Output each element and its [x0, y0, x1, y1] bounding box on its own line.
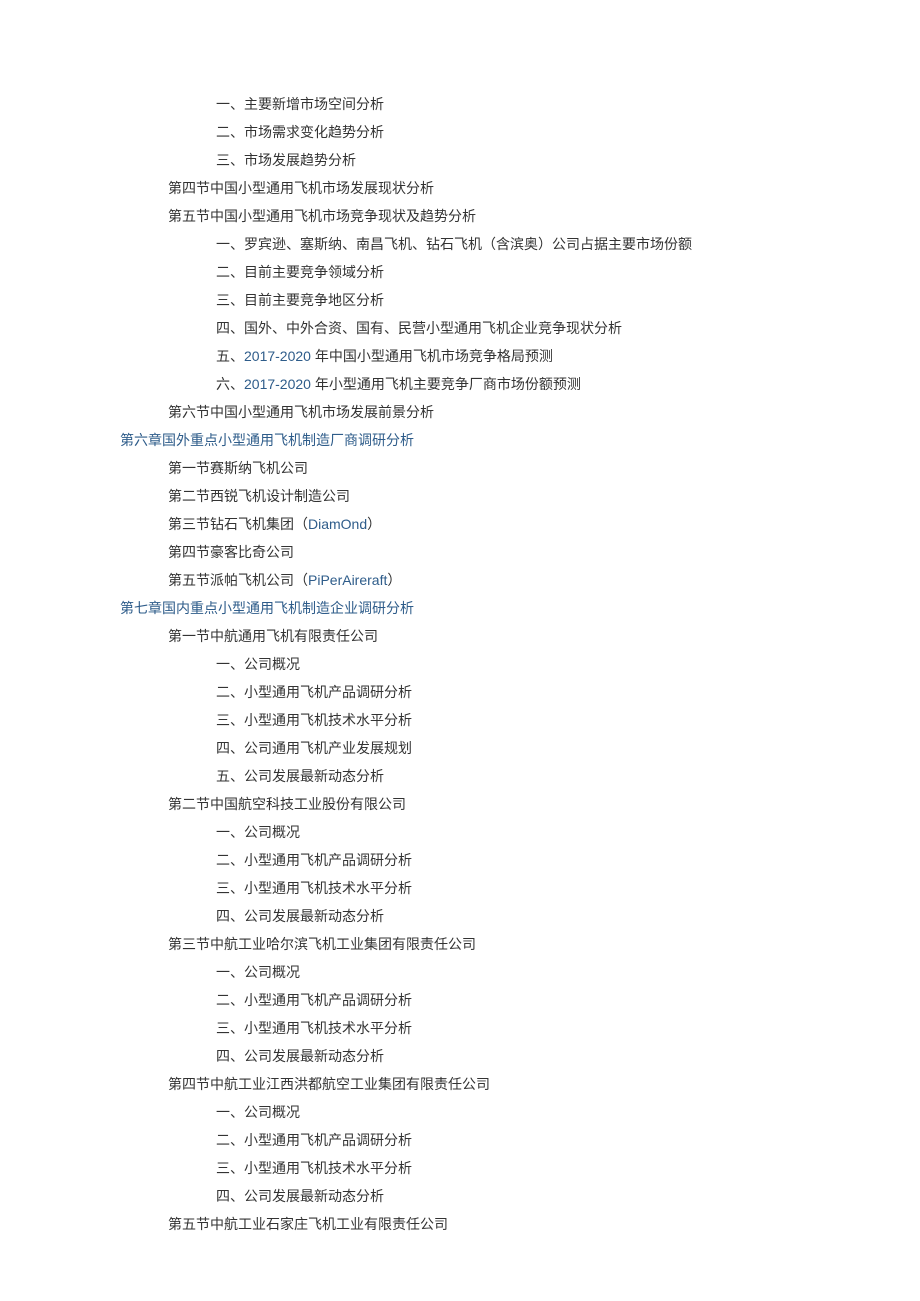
text-fragment: 年中国小型通用飞机市场竞争格局预测: [311, 348, 553, 364]
text-fragment: 四、国外、中外合资、国有、民营小型通用飞机企业竞争现状分析: [216, 320, 622, 336]
text-fragment: 五、: [216, 348, 244, 364]
text-fragment: DiamOnd: [308, 516, 367, 532]
text-fragment: 二、小型通用飞机产品调研分析: [216, 1132, 412, 1148]
outline-line: 第一节赛斯纳飞机公司: [168, 454, 800, 482]
text-fragment: 锐飞机设计制造公司: [224, 488, 350, 504]
outline-line: 第五节中航工业石家庄飞机工业有限责任公司: [168, 1210, 800, 1238]
text-fragment: 第四节中航工业江西洪都航空工业集团有限责任公司: [168, 1076, 490, 1092]
text-fragment: 二、市场需求变化趋势分析: [216, 124, 384, 140]
text-fragment: 二、小型通用飞机产品调研分析: [216, 684, 412, 700]
text-fragment: ）: [367, 516, 381, 532]
outline-line: 第七章国内重点小型通用飞机制造企业调研分析: [120, 594, 800, 622]
outline-line: 三、小型通用飞机技术水平分析: [216, 1154, 800, 1182]
text-fragment: PiPerAireraft: [308, 572, 387, 588]
text-fragment: 第二节中国航空科技工业股份有限公司: [168, 796, 406, 812]
outline-line: 三、小型通用飞机技术水平分析: [216, 1014, 800, 1042]
outline-line: 第一节中航通用飞机有限责任公司: [168, 622, 800, 650]
outline-line: 一、公司概况: [216, 1098, 800, 1126]
outline-line: 第四节中国小型通用飞机市场发展现状分析: [168, 174, 800, 202]
text-fragment: 四、公司发展最新动态分析: [216, 1048, 384, 1064]
text-fragment: 四、公司发展最新动态分析: [216, 908, 384, 924]
text-fragment: 第一节赛斯纳飞机公司: [168, 460, 308, 476]
outline-line: 二、小型通用飞机产品调研分析: [216, 678, 800, 706]
outline-line: 第三节钻石飞机集团（DiamOnd）: [168, 510, 800, 538]
text-fragment: 第六章国外重点小型通用飞机制造厂商调研分析: [120, 432, 414, 448]
text-fragment: 第三节中航工业哈尔滨飞机工业集团有限责任公司: [168, 936, 476, 952]
outline-line: 二、小型通用飞机产品调研分析: [216, 846, 800, 874]
text-fragment: ）: [387, 572, 401, 588]
text-fragment: 第五节中国小型通用飞机市场竞争现状及趋势分析: [168, 208, 476, 224]
text-fragment: 一、公司概况: [216, 824, 300, 840]
text-fragment: 五、公司发展最新动态分析: [216, 768, 384, 784]
text-fragment: 三、小型通用飞机技术水平分析: [216, 880, 412, 896]
outline-line: 一、公司概况: [216, 650, 800, 678]
outline-line: 第二节中国航空科技工业股份有限公司: [168, 790, 800, 818]
outline-line: 一、罗宾逊、塞斯纳、南昌飞机、钻石飞机（含滨奥）公司占据主要市场份额: [216, 230, 800, 258]
text-fragment: 二、小型通用飞机产品调研分析: [216, 992, 412, 1008]
text-fragment: 四、公司通用飞机产业发展规划: [216, 740, 412, 756]
outline-line: 第六章国外重点小型通用飞机制造厂商调研分析: [120, 426, 800, 454]
text-fragment: 2017-2020: [244, 376, 311, 392]
text-fragment: 第七章国内重点小型通用飞机制造企业调研分析: [120, 600, 414, 616]
outline-line: 五、2017-2020 年中国小型通用飞机市场竞争格局预测: [216, 342, 800, 370]
outline-line: 二、市场需求变化趋势分析: [216, 118, 800, 146]
outline-line: 第四节豪客比奇公司: [168, 538, 800, 566]
text-fragment: 2017-2020: [244, 348, 311, 364]
outline-line: 第二节西锐飞机设计制造公司: [168, 482, 800, 510]
outline-line: 一、公司概况: [216, 958, 800, 986]
text-fragment: 一、公司概况: [216, 656, 300, 672]
text-fragment: 一、公司概况: [216, 1104, 300, 1120]
outline-line: 四、公司通用飞机产业发展规划: [216, 734, 800, 762]
text-fragment: 三、目前主要竞争地区分析: [216, 292, 384, 308]
outline-line: 第五节中国小型通用飞机市场竞争现状及趋势分析: [168, 202, 800, 230]
text-fragment: 三、小型通用飞机技术水平分析: [216, 1160, 412, 1176]
text-fragment: 第四节豪客比奇公司: [168, 544, 294, 560]
text-fragment: 一、主要新增市场空间分析: [216, 96, 384, 112]
text-fragment: 第六节中国小型通用飞机市场发展前景分析: [168, 404, 434, 420]
outline-line: 第三节中航工业哈尔滨飞机工业集团有限责任公司: [168, 930, 800, 958]
text-fragment: 二、目前主要竞争领域分析: [216, 264, 384, 280]
text-fragment: 第三节钻石飞机集团（: [168, 516, 308, 532]
outline-line: 二、小型通用飞机产品调研分析: [216, 986, 800, 1014]
text-fragment: 六、: [216, 376, 244, 392]
text-fragment: 三、小型通用飞机技术水平分析: [216, 712, 412, 728]
outline-line: 三、小型通用飞机技术水平分析: [216, 706, 800, 734]
text-fragment: 二、小型通用飞机产品调研分析: [216, 852, 412, 868]
text-fragment: 第一节中航通用飞机有限责任公司: [168, 628, 378, 644]
text-fragment: 西: [210, 488, 224, 504]
text-fragment: 三、小型通用飞机技术水平分析: [216, 1020, 412, 1036]
outline-line: 五、公司发展最新动态分析: [216, 762, 800, 790]
outline-line: 六、2017-2020 年小型通用飞机主要竞争厂商市场份额预测: [216, 370, 800, 398]
text-fragment: 三、市场发展趋势分析: [216, 152, 356, 168]
outline-line: 第四节中航工业江西洪都航空工业集团有限责任公司: [168, 1070, 800, 1098]
outline-line: 二、目前主要竞争领域分析: [216, 258, 800, 286]
text-fragment: 年小型通用飞机主要竞争厂商市场份额预测: [311, 376, 581, 392]
text-fragment: 第四节中国小型通用飞机市场发展现状分析: [168, 180, 434, 196]
document-outline: 一、主要新增市场空间分析二、市场需求变化趋势分析三、市场发展趋势分析第四节中国小…: [120, 90, 800, 1238]
outline-line: 四、国外、中外合资、国有、民营小型通用飞机企业竞争现状分析: [216, 314, 800, 342]
outline-line: 三、小型通用飞机技术水平分析: [216, 874, 800, 902]
outline-line: 四、公司发展最新动态分析: [216, 1042, 800, 1070]
outline-line: 三、市场发展趋势分析: [216, 146, 800, 174]
text-fragment: 第二节: [168, 488, 210, 504]
outline-line: 四、公司发展最新动态分析: [216, 902, 800, 930]
text-fragment: 一、公司概况: [216, 964, 300, 980]
outline-line: 第五节派帕飞机公司（PiPerAireraft）: [168, 566, 800, 594]
text-fragment: 四、公司发展最新动态分析: [216, 1188, 384, 1204]
outline-line: 四、公司发展最新动态分析: [216, 1182, 800, 1210]
outline-line: 一、公司概况: [216, 818, 800, 846]
outline-line: 第六节中国小型通用飞机市场发展前景分析: [168, 398, 800, 426]
text-fragment: 第五节派帕飞机公司（: [168, 572, 308, 588]
outline-line: 二、小型通用飞机产品调研分析: [216, 1126, 800, 1154]
text-fragment: 第五节中航工业石家庄飞机工业有限责任公司: [168, 1216, 448, 1232]
outline-line: 三、目前主要竞争地区分析: [216, 286, 800, 314]
outline-line: 一、主要新增市场空间分析: [216, 90, 800, 118]
text-fragment: 一、罗宾逊、塞斯纳、南昌飞机、钻石飞机（含滨奥）公司占据主要市场份额: [216, 236, 692, 252]
